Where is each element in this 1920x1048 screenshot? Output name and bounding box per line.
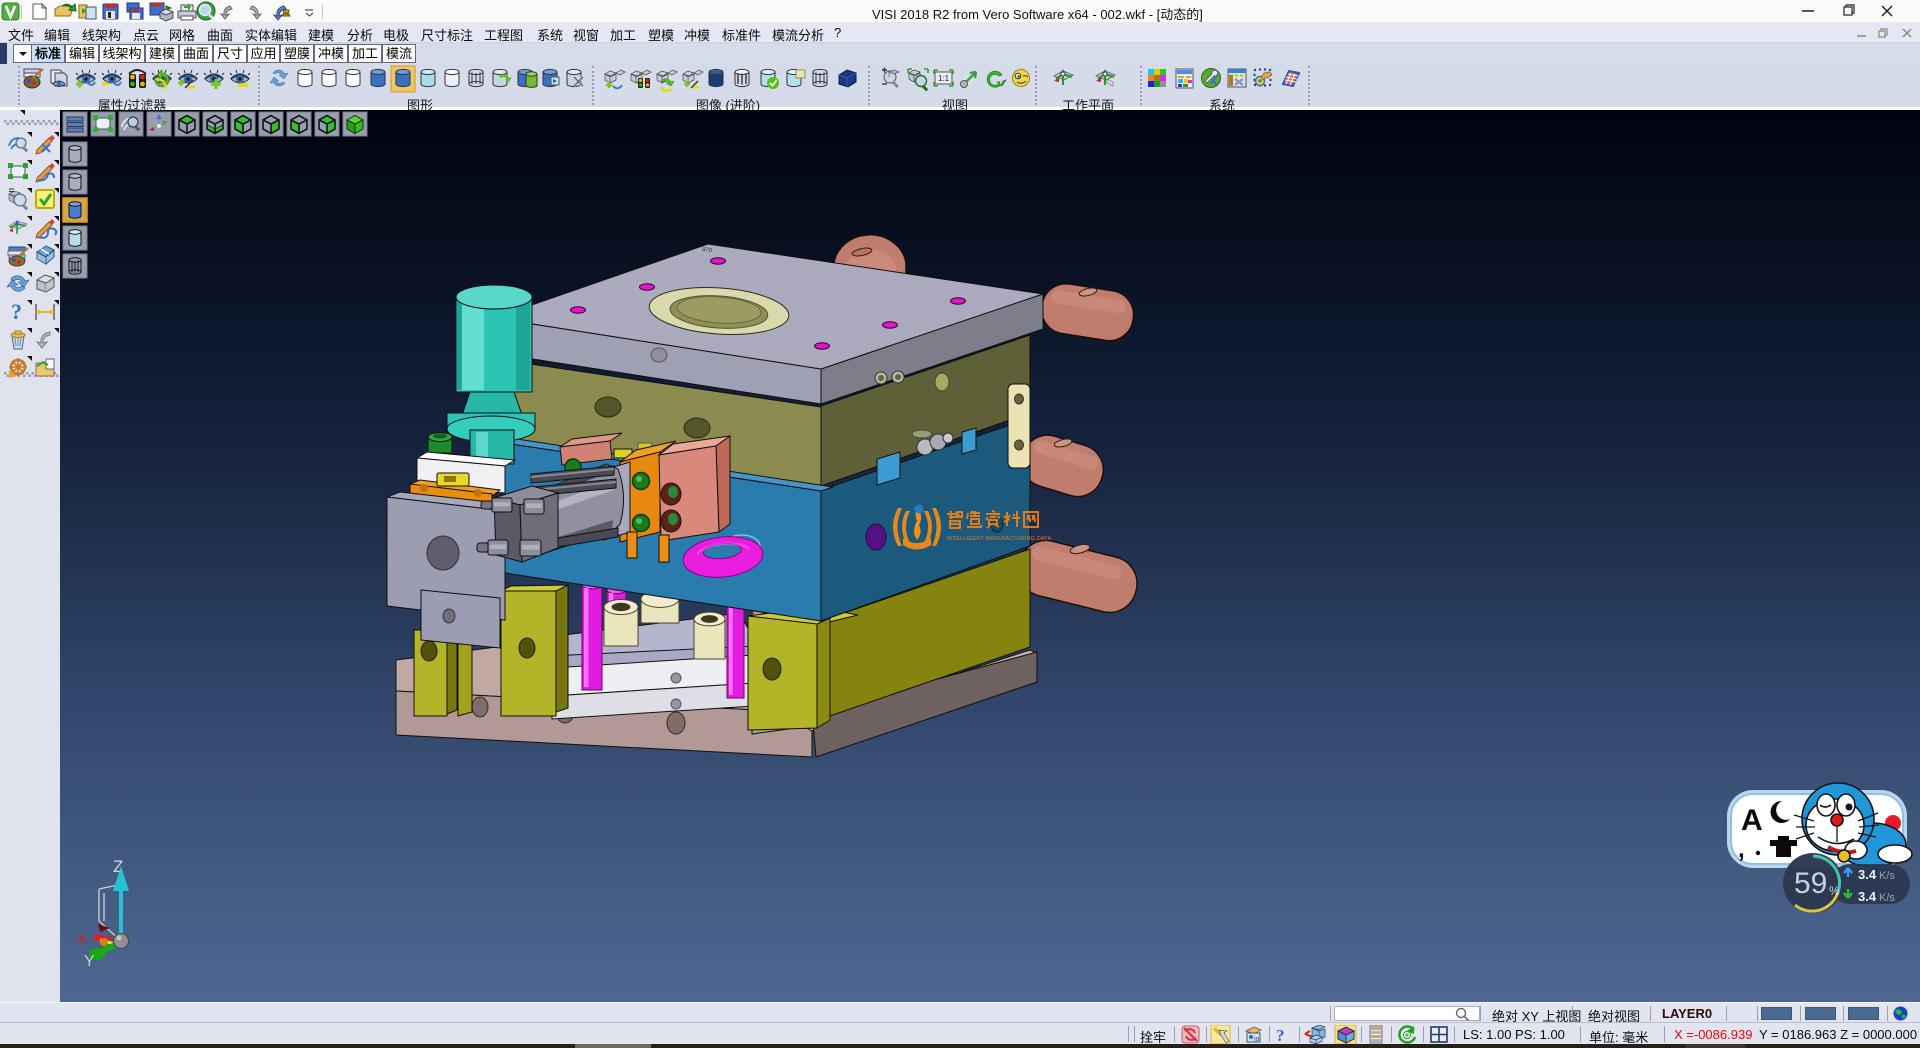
svg-text:%: %	[1829, 884, 1840, 898]
svg-text:X: X	[77, 931, 87, 948]
svg-text:K/s: K/s	[1879, 892, 1895, 904]
svg-text:59: 59	[1794, 867, 1827, 900]
svg-text:INTELLIGENT MANUFACTURING DATA: INTELLIGENT MANUFACTURING DATA	[947, 536, 1051, 542]
svg-text:?: ?	[1276, 1026, 1285, 1044]
svg-text:,: ,	[1738, 836, 1745, 863]
svg-text:K/s: K/s	[1879, 870, 1895, 882]
svg-text:A: A	[1741, 804, 1763, 837]
svg-text:Y: Y	[84, 953, 95, 970]
svg-text:3.4: 3.4	[1858, 889, 1877, 904]
svg-text:3.4: 3.4	[1858, 867, 1877, 882]
svg-text:io: io	[1254, 1036, 1260, 1043]
